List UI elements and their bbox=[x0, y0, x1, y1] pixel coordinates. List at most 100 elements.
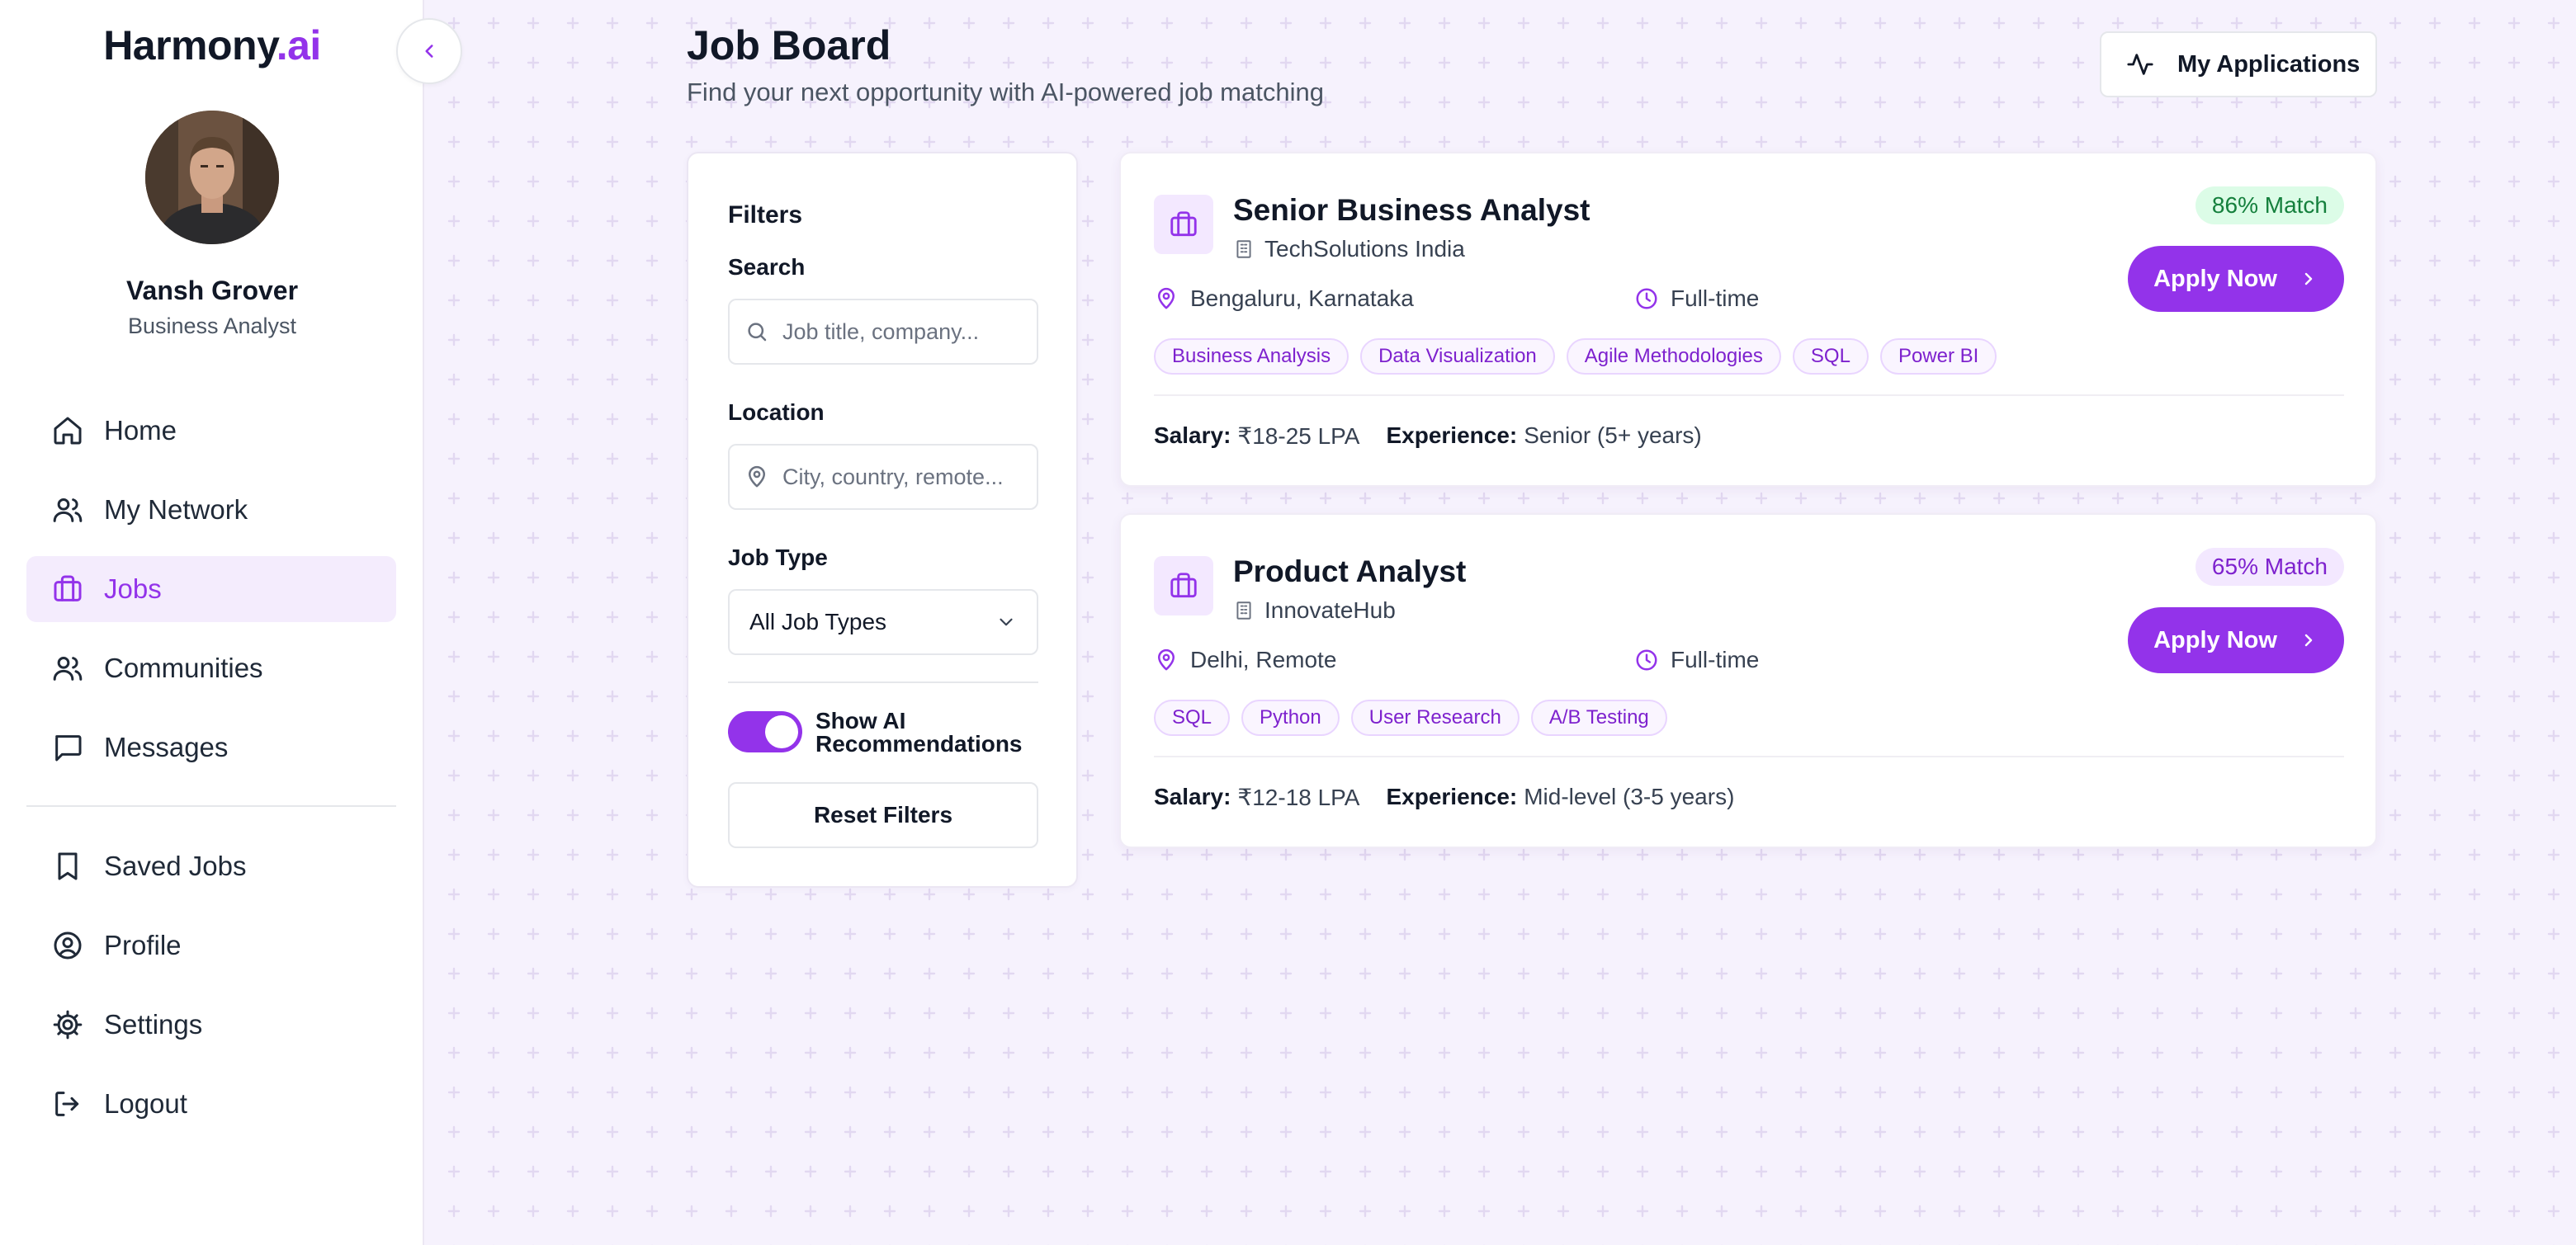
nav-item-messages[interactable]: Messages bbox=[26, 714, 396, 780]
experience-value: Mid-level (3-5 years) bbox=[1524, 784, 1735, 809]
user-circle-icon bbox=[51, 927, 87, 964]
salary-value: ₹12-18 LPA bbox=[1237, 785, 1360, 810]
skill-tag: Business Analysis bbox=[1154, 338, 1349, 375]
match-badge: 65% Match bbox=[2195, 548, 2344, 586]
filters-divider bbox=[728, 681, 1038, 683]
briefcase-icon bbox=[1170, 211, 1197, 237]
job-card[interactable]: Senior Business Analyst TechSolutions In… bbox=[1119, 152, 2377, 487]
nav-item-jobs[interactable]: Jobs bbox=[26, 556, 396, 622]
building-icon bbox=[1233, 600, 1255, 621]
page-subtitle: Find your next opportunity with AI-power… bbox=[687, 78, 1324, 106]
ai-recommendations-toggle[interactable] bbox=[728, 711, 802, 752]
nav-item-logout[interactable]: Logout bbox=[26, 1071, 396, 1137]
nav-label-messages: Messages bbox=[104, 732, 229, 762]
company-name: InnovateHub bbox=[1233, 597, 1396, 624]
job-type-value: All Job Types bbox=[749, 609, 887, 634]
search-input[interactable]: Job title, company... bbox=[728, 299, 1038, 365]
nav-label-home: Home bbox=[104, 415, 177, 446]
skill-tag: SQL bbox=[1792, 338, 1869, 375]
message-icon bbox=[51, 729, 87, 766]
nav-item-profile[interactable]: Profile bbox=[26, 913, 396, 979]
job-location: Bengaluru, Karnataka bbox=[1154, 285, 1414, 312]
activity-icon bbox=[2126, 50, 2154, 78]
skill-tag: Power BI bbox=[1879, 338, 1997, 375]
nav-label-jobs: Jobs bbox=[104, 573, 162, 604]
job-title[interactable]: Senior Business Analyst bbox=[1233, 193, 1591, 228]
experience: Experience: Senior (5+ years) bbox=[1386, 422, 1701, 450]
collapse-sidebar-button[interactable] bbox=[396, 18, 462, 84]
company-name: TechSolutions India bbox=[1233, 236, 1465, 262]
company-label: InnovateHub bbox=[1264, 597, 1396, 623]
briefcase-icon bbox=[1170, 573, 1197, 598]
brand-suffix: .ai bbox=[276, 22, 322, 68]
nav-item-saved-jobs[interactable]: Saved Jobs bbox=[26, 833, 396, 899]
location-label: Location bbox=[728, 399, 825, 425]
user-name: Vansh Grover bbox=[125, 276, 299, 305]
job-icon bbox=[1154, 556, 1213, 615]
job-type-label: Job Type bbox=[728, 545, 828, 570]
search-placeholder: Job title, company... bbox=[782, 318, 980, 344]
bookmark-icon bbox=[51, 848, 87, 884]
job-icon bbox=[1154, 195, 1213, 254]
job-location: Delhi, Remote bbox=[1154, 647, 1336, 673]
skill-tags: SQL Python User Research A/B Testing bbox=[1154, 700, 1679, 736]
nav-divider bbox=[26, 805, 396, 807]
my-applications-label: My Applications bbox=[2177, 50, 2361, 78]
job-details: Salary: ₹18-25 LPA Experience: Senior (5+ … bbox=[1154, 422, 1728, 450]
skill-tag: Agile Methodologies bbox=[1566, 338, 1781, 375]
card-divider bbox=[1154, 394, 2344, 396]
experience: Experience: Mid-level (3-5 years) bbox=[1386, 784, 1734, 811]
search-label: Search bbox=[728, 254, 806, 280]
nav-label-communities: Communities bbox=[104, 653, 263, 683]
job-card[interactable]: Product Analyst InnovateHub 65% Match Ap… bbox=[1119, 513, 2377, 848]
nav-item-settings[interactable]: Settings bbox=[26, 992, 396, 1058]
experience-value: Senior (5+ years) bbox=[1524, 422, 1702, 448]
company-label: TechSolutions India bbox=[1264, 236, 1465, 262]
match-badge: 86% Match bbox=[2195, 186, 2344, 224]
nav-item-home[interactable]: Home bbox=[26, 398, 396, 464]
avatar-image bbox=[145, 111, 279, 244]
nav-label-my-network: My Network bbox=[104, 494, 248, 525]
location-input[interactable]: City, country, remote... bbox=[728, 444, 1038, 510]
job-type-select[interactable]: All Job Types bbox=[728, 589, 1038, 655]
home-icon bbox=[51, 413, 87, 449]
nav-label-settings: Settings bbox=[104, 1009, 203, 1040]
apply-label: Apply Now bbox=[2153, 626, 2277, 653]
job-type-text: Full-time bbox=[1671, 647, 1760, 672]
logout-icon bbox=[51, 1086, 87, 1122]
apply-now-button[interactable]: Apply Now bbox=[2128, 607, 2344, 673]
nav-item-communities[interactable]: Communities bbox=[26, 635, 396, 701]
filters-heading: Filters bbox=[728, 201, 803, 229]
job-type: Full-time bbox=[1634, 285, 1759, 312]
clock-icon bbox=[1634, 286, 1659, 311]
skill-tag: Data Visualization bbox=[1360, 338, 1555, 375]
job-title[interactable]: Product Analyst bbox=[1233, 554, 1466, 589]
brand-logo[interactable]: Harmony.ai bbox=[0, 21, 424, 69]
skill-tag: A/B Testing bbox=[1530, 700, 1667, 736]
toggle-knob bbox=[765, 715, 798, 748]
page-title: Job Board bbox=[687, 22, 891, 68]
app-root: Harmony.ai Vansh Grover Business Analyst… bbox=[0, 0, 2576, 1245]
chevron-left-icon bbox=[418, 40, 440, 62]
nav-label-profile: Profile bbox=[104, 930, 182, 960]
apply-now-button[interactable]: Apply Now bbox=[2128, 246, 2344, 312]
job-details: Salary: ₹12-18 LPA Experience: Mid-level (… bbox=[1154, 784, 1761, 811]
nav-label-logout: Logout bbox=[104, 1088, 187, 1119]
my-applications-button[interactable]: My Applications bbox=[2100, 31, 2377, 97]
nav-label-saved-jobs: Saved Jobs bbox=[104, 851, 247, 881]
briefcase-icon bbox=[51, 571, 87, 607]
avatar[interactable] bbox=[145, 111, 279, 244]
filters-panel: Filters Search Job title, company... Loc… bbox=[687, 152, 1078, 888]
chevron-down-icon bbox=[995, 611, 1017, 633]
skill-tag: User Research bbox=[1350, 700, 1520, 736]
reset-filters-button[interactable]: Reset Filters bbox=[728, 782, 1038, 848]
experience-label: Experience: bbox=[1386, 422, 1518, 448]
job-type-text: Full-time bbox=[1671, 285, 1760, 311]
nav-item-my-network[interactable]: My Network bbox=[26, 477, 396, 543]
map-pin-icon bbox=[1154, 286, 1179, 311]
gear-icon bbox=[51, 1007, 87, 1043]
search-icon bbox=[744, 319, 769, 344]
chevron-right-icon bbox=[2299, 630, 2318, 650]
salary-label: Salary: bbox=[1154, 422, 1231, 448]
salary-value: ₹18-25 LPA bbox=[1237, 423, 1360, 449]
